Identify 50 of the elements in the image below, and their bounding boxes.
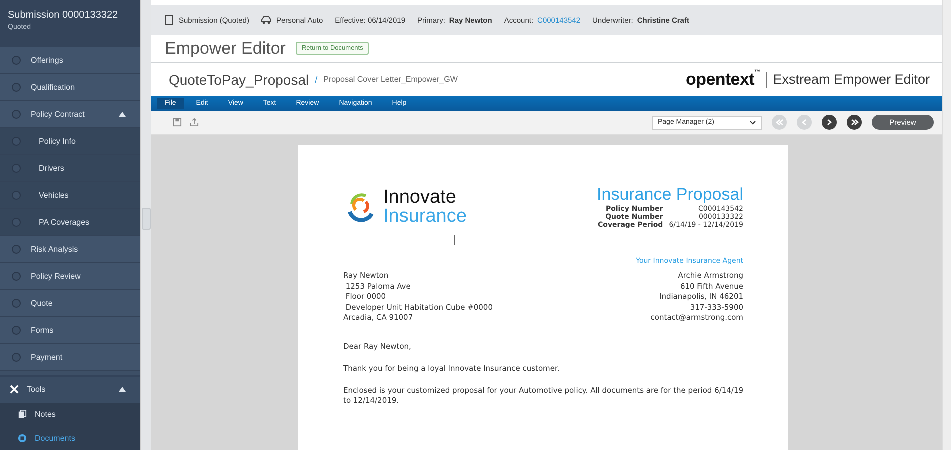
document-icon bbox=[165, 15, 175, 25]
sidebar-item[interactable]: Policy Contract bbox=[0, 101, 140, 128]
save-icon[interactable] bbox=[173, 118, 182, 127]
step-dot bbox=[12, 190, 21, 200]
sidebar-scrollbar[interactable] bbox=[140, 0, 151, 450]
chevron-icon bbox=[750, 120, 756, 124]
document-icon bbox=[18, 434, 27, 443]
double-chevron-icon bbox=[849, 117, 860, 128]
sidebar-item[interactable]: Payment bbox=[0, 344, 140, 372]
sidebar-subitem[interactable]: Drivers bbox=[0, 155, 140, 182]
page-nav-button[interactable] bbox=[847, 115, 862, 130]
product-name: Exstream Empower Editor bbox=[773, 72, 930, 87]
step-dot bbox=[12, 352, 21, 362]
sidebar-item[interactable]: Qualification bbox=[0, 74, 140, 102]
step-dot bbox=[12, 82, 21, 92]
template-name: Proposal Cover Letter_Empower_GW bbox=[324, 75, 458, 84]
sidebar-subitem[interactable]: PA Coverages bbox=[0, 209, 140, 236]
notes-icon bbox=[18, 410, 27, 420]
logo-wordmark: Insurance bbox=[384, 207, 467, 226]
resize-handle[interactable] bbox=[142, 208, 150, 230]
sidebar-item[interactable]: Forms bbox=[0, 317, 140, 344]
breadcrumb-separator: / bbox=[315, 74, 318, 84]
sidebar-subitem[interactable]: Vehicles bbox=[0, 182, 140, 210]
car-icon bbox=[261, 16, 272, 24]
tool-item[interactable]: Documents bbox=[0, 426, 140, 450]
sidebar-item[interactable]: Policy Review bbox=[0, 263, 140, 290]
sidebar-item[interactable]: Quote bbox=[0, 290, 140, 318]
step-dot bbox=[12, 326, 21, 335]
vertical-scrollbar[interactable] bbox=[942, 0, 951, 450]
step-dot bbox=[12, 272, 21, 281]
step-dot bbox=[12, 298, 21, 308]
sidebar-item[interactable]: Offerings bbox=[0, 47, 140, 74]
double-chevron-icon bbox=[774, 117, 785, 128]
step-dot bbox=[12, 164, 21, 173]
step-dot bbox=[12, 56, 21, 65]
step-dot bbox=[12, 136, 21, 146]
proposal-heading: Insurance Proposal bbox=[597, 185, 744, 205]
document-name: QuoteToPay_Proposal bbox=[169, 72, 310, 88]
logo-wordmark: Innovate bbox=[384, 188, 458, 207]
sidebar-subitem[interactable]: Policy Info bbox=[0, 128, 140, 156]
sidebar-item[interactable]: Risk Analysis bbox=[0, 236, 140, 264]
upload-icon[interactable] bbox=[190, 118, 199, 127]
step-dot bbox=[12, 110, 21, 119]
step-dot bbox=[12, 244, 21, 254]
submission-title: Submission 0000133322 bbox=[8, 10, 120, 21]
step-dot bbox=[12, 218, 21, 227]
page-title: Empower Editor bbox=[165, 38, 286, 58]
page-nav-button[interactable] bbox=[822, 115, 837, 130]
tools-icon bbox=[10, 385, 19, 394]
tool-item[interactable]: Notes bbox=[0, 402, 140, 426]
